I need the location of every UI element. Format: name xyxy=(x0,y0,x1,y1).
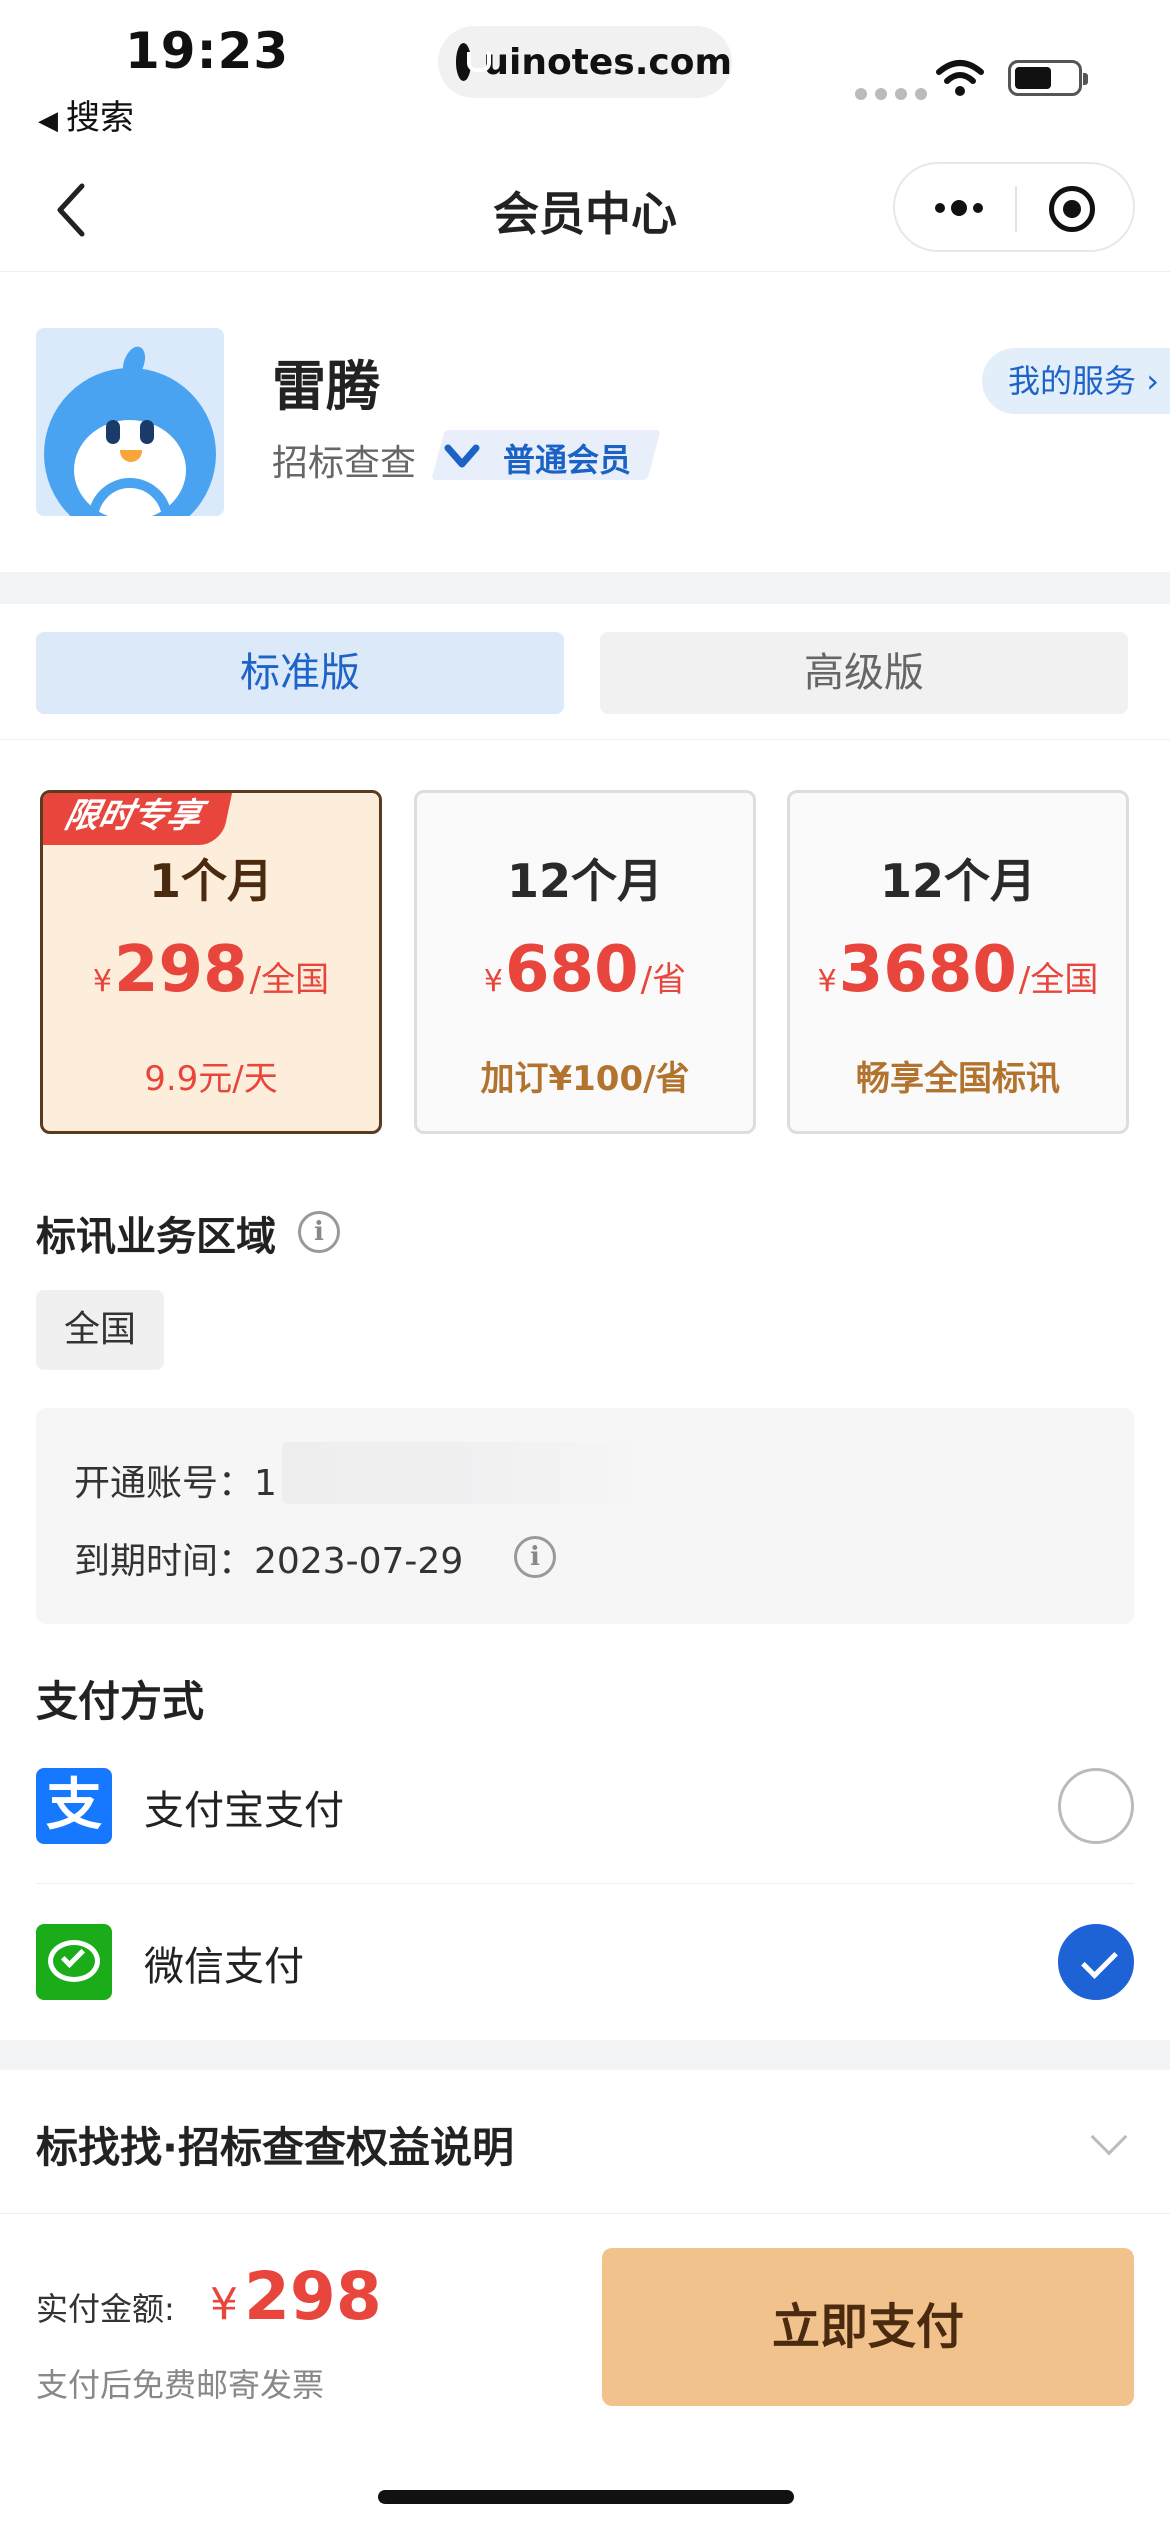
plan-card-12-month-national[interactable]: 12个月 ¥3680/全国 畅享全国标讯 xyxy=(787,790,1129,1134)
payment-option-wechat[interactable]: 微信支付 xyxy=(36,1884,1134,2040)
expire-value: 2023-07-29 xyxy=(254,1541,464,1582)
payment-title: 支付方式 xyxy=(36,1677,205,1726)
site-logo-icon xyxy=(456,43,492,81)
plan-period: 12个月 xyxy=(506,854,663,908)
home-indicator xyxy=(378,2490,794,2504)
alipay-icon: 支 xyxy=(36,1768,112,1844)
region-chip-national[interactable]: 全国 xyxy=(36,1290,164,1370)
nav-bar: 会员中心 xyxy=(0,150,1170,272)
plan-note: 加订¥100/省 xyxy=(480,1059,690,1099)
my-service-label: 我的服务 xyxy=(1008,362,1137,400)
info-icon[interactable]: i xyxy=(298,1211,340,1253)
status-bar: 19:23 ◀ 搜索 uinotes.com xyxy=(0,0,1170,150)
signal-icon xyxy=(855,88,927,100)
plan-price: ¥3680/全国 xyxy=(817,933,1099,1007)
avatar xyxy=(36,328,224,516)
plan-card-12-month-province[interactable]: 12个月 ¥680/省 加订¥100/省 xyxy=(414,790,756,1134)
plan-note: 畅享全国标讯 xyxy=(856,1059,1060,1099)
plan-price: ¥680/省 xyxy=(483,933,687,1007)
member-v-icon xyxy=(444,444,480,468)
member-level: 普通会员 xyxy=(503,441,632,479)
back-app-label: 搜索 xyxy=(66,98,134,138)
battery-icon xyxy=(1008,60,1088,96)
plan-price: ¥298/全国 xyxy=(92,933,330,1007)
payment-label: 支付宝支付 xyxy=(144,1788,344,1834)
region-title: 标讯业务区域 xyxy=(36,1214,276,1260)
section-divider xyxy=(0,2040,1170,2070)
wifi-icon xyxy=(936,60,984,96)
account-info-box: 开通账号：1 到期时间：2023-07-29 i xyxy=(36,1408,1134,1624)
url-text: uinotes.com xyxy=(483,41,732,83)
my-service-button[interactable]: 我的服务 › xyxy=(982,348,1170,414)
chevron-right-icon: › xyxy=(1136,362,1159,400)
close-target-icon[interactable] xyxy=(1049,186,1095,232)
account-value: 1 xyxy=(254,1463,277,1504)
plan-card-1-month[interactable]: 限时专享 1个月 ¥298/全国 9.9元/天 xyxy=(40,790,382,1134)
username: 雷腾 xyxy=(272,355,380,418)
url-pill: uinotes.com xyxy=(438,26,732,98)
amount-value: ¥298 xyxy=(210,2258,382,2335)
tab-advanced[interactable]: 高级版 xyxy=(600,632,1128,714)
edition-tabs: 标准版 高级版 xyxy=(0,604,1170,740)
limited-offer-ribbon: 限时专享 xyxy=(43,793,233,845)
expire-label: 到期时间： xyxy=(74,1541,255,1582)
app-name: 招标查查 xyxy=(272,443,417,484)
info-icon[interactable]: i xyxy=(514,1536,556,1578)
mini-program-capsule xyxy=(893,162,1135,252)
profile-card: 雷腾 招标查查 普通会员 我的服务 › xyxy=(0,272,1170,572)
rights-accordion[interactable]: 标找找·招标查查权益说明 xyxy=(0,2070,1170,2214)
plan-period: 1个月 xyxy=(148,854,273,908)
more-dots-icon[interactable] xyxy=(929,164,989,252)
expire-row: 到期时间：2023-07-29 xyxy=(74,1532,463,1584)
account-label: 开通账号： xyxy=(74,1463,255,1504)
plan-period: 12个月 xyxy=(879,854,1036,908)
invoice-note: 支付后免费邮寄发票 xyxy=(36,2366,325,2404)
plan-note: 9.9元/天 xyxy=(144,1059,278,1099)
payment-option-alipay[interactable]: 支 支付宝支付 xyxy=(36,1728,1134,1884)
wechat-pay-icon xyxy=(36,1924,112,2000)
back-triangle-icon: ◀ xyxy=(38,106,58,136)
chevron-down-icon xyxy=(1090,2118,1128,2156)
alipay-radio[interactable] xyxy=(1058,1768,1134,1844)
account-row: 开通账号：1 xyxy=(74,1454,277,1506)
back-to-app-link[interactable]: ◀ 搜索 xyxy=(38,90,134,139)
rights-title: 标找找·招标查查权益说明 xyxy=(36,2123,514,2172)
section-divider xyxy=(0,572,1170,604)
status-time: 19:23 xyxy=(125,22,290,80)
redacted-mask xyxy=(282,1442,652,1504)
checkout-bar: 实付金额: ¥298 支付后免费邮寄发票 立即支付 xyxy=(0,2214,1170,2532)
payment-label: 微信支付 xyxy=(144,1944,304,1990)
wechat-radio[interactable] xyxy=(1058,1924,1134,2000)
pay-now-button[interactable]: 立即支付 xyxy=(602,2248,1134,2406)
tab-standard[interactable]: 标准版 xyxy=(36,632,564,714)
amount-label: 实付金额: xyxy=(36,2290,175,2328)
